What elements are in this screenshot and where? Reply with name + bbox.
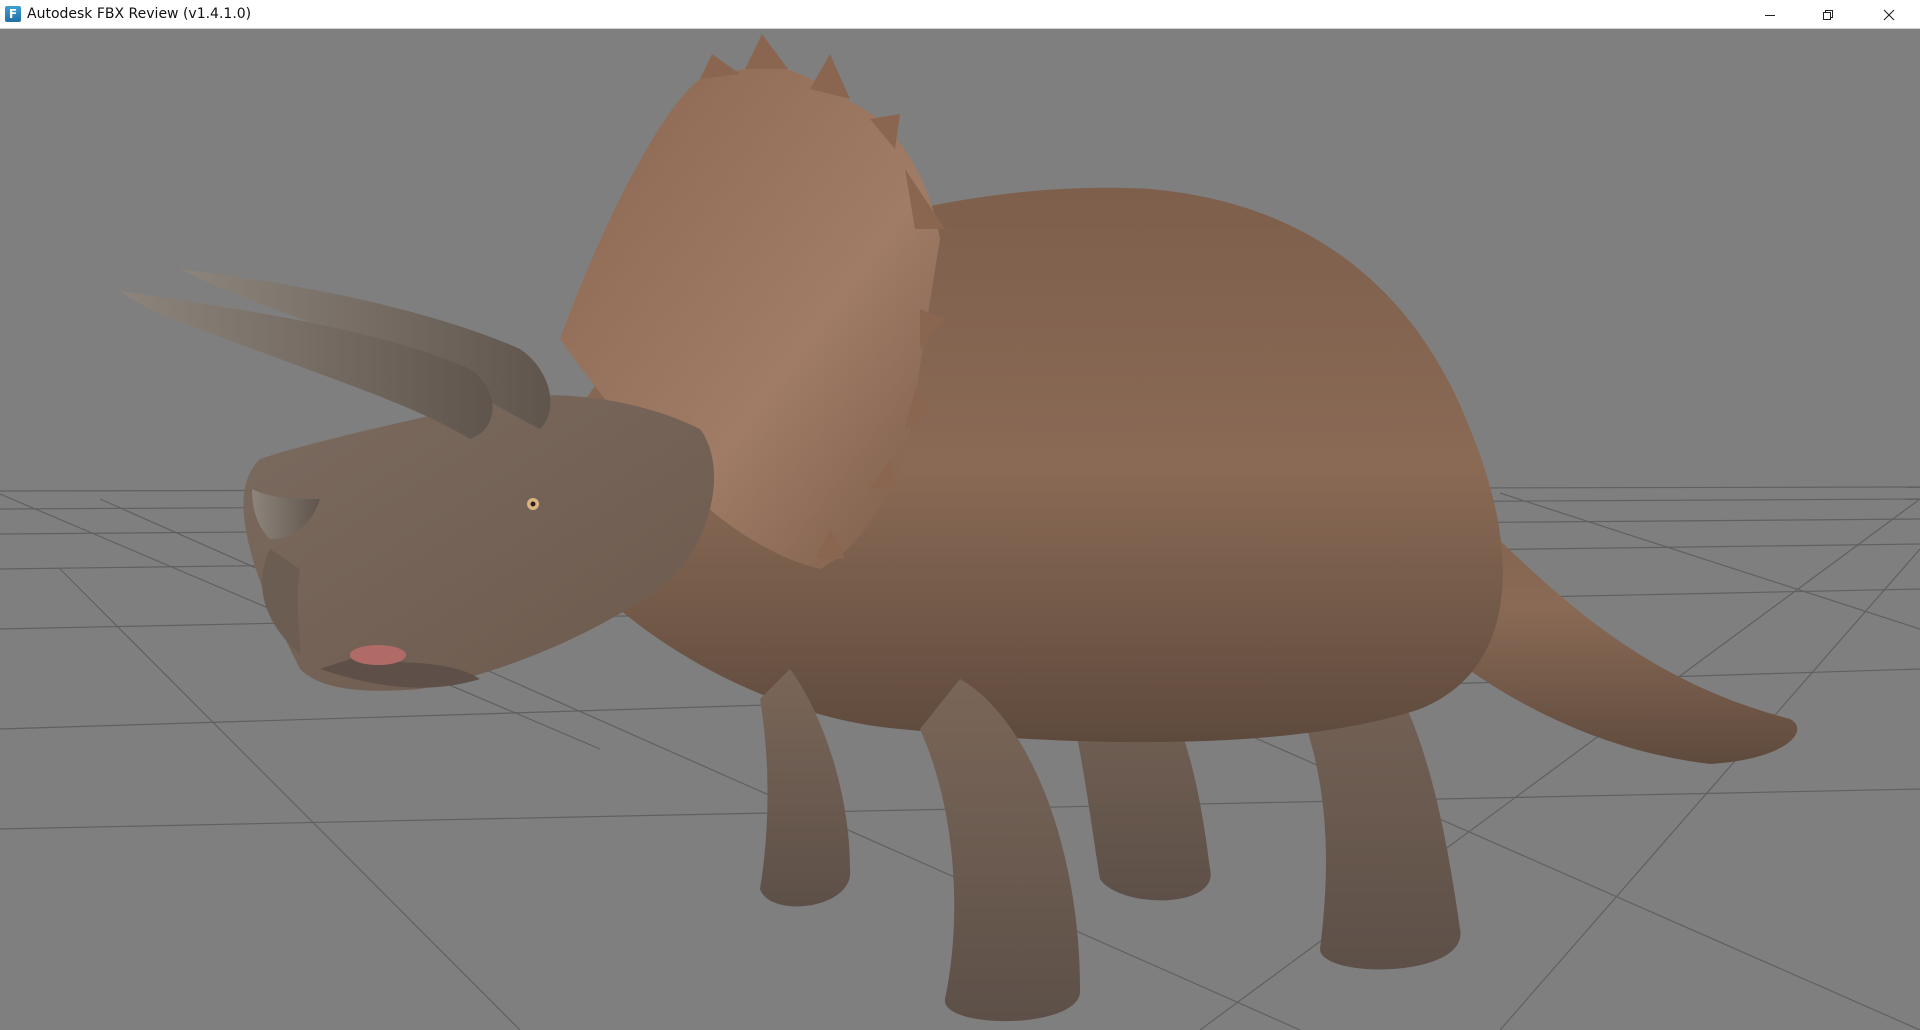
triceratops-model[interactable] bbox=[120, 34, 1798, 1022]
app-window: F Autodesk FBX Review (v1.4.1.0) bbox=[0, 0, 1920, 1030]
restore-icon bbox=[1823, 9, 1833, 20]
fbx-review-app-icon[interactable]: F bbox=[5, 6, 21, 22]
close-button[interactable] bbox=[1857, 0, 1920, 29]
title-bar[interactable]: F Autodesk FBX Review (v1.4.1.0) bbox=[0, 0, 1920, 29]
3d-viewport[interactable] bbox=[0, 29, 1920, 1030]
tongue bbox=[350, 645, 406, 665]
window-title: Autodesk FBX Review (v1.4.1.0) bbox=[27, 6, 252, 22]
restore-button[interactable] bbox=[1799, 0, 1857, 29]
minimize-icon bbox=[1765, 14, 1775, 16]
close-icon bbox=[1883, 9, 1894, 20]
minimize-button[interactable] bbox=[1741, 0, 1799, 29]
scene-render[interactable] bbox=[0, 29, 1920, 1030]
